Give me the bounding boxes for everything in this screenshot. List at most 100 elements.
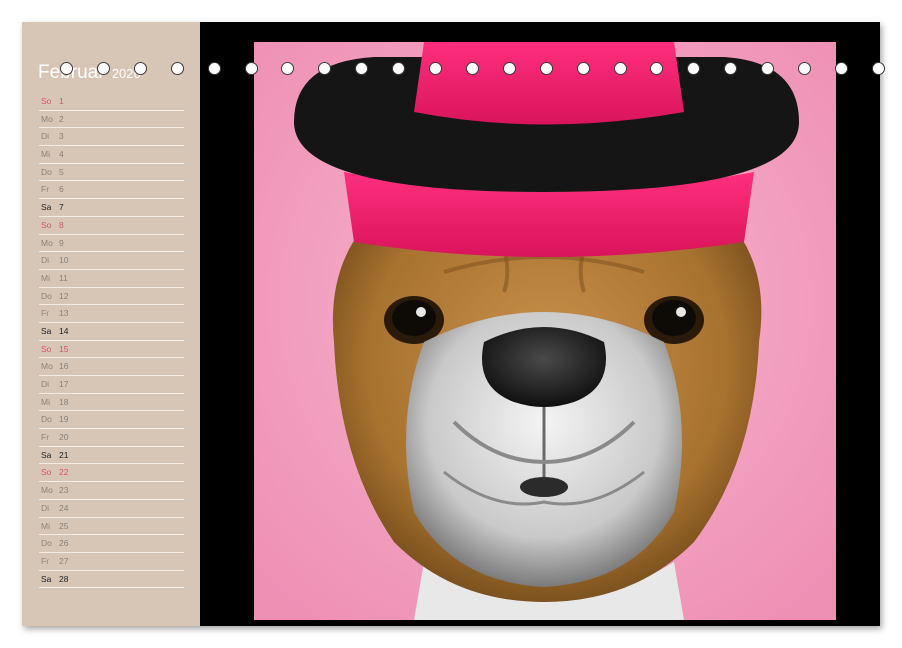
weekday-label: Di	[41, 502, 50, 513]
weekday-label: So	[41, 343, 52, 354]
day-number: 6	[59, 184, 64, 195]
day-number: 24	[59, 502, 69, 513]
day-row: Di 24	[39, 500, 184, 518]
weekday-label: Fr	[41, 184, 50, 195]
binding-ring	[502, 62, 516, 75]
day-row: Mi 25	[39, 518, 184, 536]
day-number: 12	[59, 290, 69, 301]
weekday-label: So	[41, 96, 52, 106]
weekday-label: So	[41, 219, 52, 230]
day-number: 2	[59, 113, 64, 124]
weekday-label: Mo	[41, 485, 53, 496]
binding-ring	[761, 62, 775, 75]
day-row: Fr 13	[39, 305, 184, 323]
day-number: 17	[59, 379, 69, 389]
day-number: 4	[59, 149, 64, 160]
day-number: 22	[59, 467, 69, 478]
calendar-sidebar: Februar 2026 So 1 Mo 2 Di 3 Mi 4 Do 5 Fr 6 Sa 7 So 8 Mo 9…	[22, 22, 200, 626]
day-row: Mo 2	[39, 111, 184, 129]
binding-ring	[170, 62, 184, 75]
day-number: 23	[59, 485, 69, 496]
weekday-label: Sa	[41, 325, 52, 336]
day-row: Fr 20	[39, 429, 184, 447]
day-row: Mi 4	[39, 146, 184, 164]
day-row: So 15	[39, 341, 184, 359]
day-number: 27	[59, 555, 69, 566]
weekday-label: Mo	[41, 237, 53, 248]
dog-nose	[482, 327, 606, 407]
binding-ring	[207, 62, 221, 75]
calendar-page: Februar 2026 So 1 Mo 2 Di 3 Mi 4 Do 5 Fr 6 Sa 7 So 8 Mo 9…	[22, 22, 885, 626]
day-row: So 8	[39, 217, 184, 235]
day-number: 15	[59, 343, 69, 354]
day-row: Do 26	[39, 535, 184, 553]
day-number: 20	[59, 432, 69, 443]
weekday-label: Mi	[41, 149, 50, 160]
day-row: Di 3	[39, 128, 184, 147]
day-row: Fr 27	[39, 553, 184, 571]
day-number: 16	[59, 361, 69, 372]
day-number: 18	[59, 396, 69, 407]
binding-ring	[798, 62, 811, 75]
weekday-label: Mi	[41, 272, 50, 283]
hat-crown	[414, 42, 684, 125]
binding-ring	[871, 62, 885, 75]
weekday-label: Sa	[41, 573, 52, 584]
day-number: 11	[59, 272, 68, 283]
day-number: 25	[59, 520, 69, 531]
day-number: 10	[59, 255, 69, 266]
weekday-label: Sa	[41, 449, 52, 460]
binding-ring	[244, 62, 258, 75]
day-row: Mi 18	[39, 394, 184, 412]
weekday-label: Sa	[41, 202, 52, 213]
binding-ring	[465, 62, 479, 75]
day-row: Mo 16	[39, 358, 184, 376]
weekday-label: Do	[41, 414, 52, 425]
day-number: 21	[59, 449, 69, 460]
weekday-label: Do	[41, 166, 52, 177]
day-number: 7	[59, 202, 64, 213]
binding-ring	[834, 62, 848, 75]
day-number: 14	[59, 325, 69, 336]
binding-ring	[429, 62, 442, 75]
day-row: So 22	[39, 464, 184, 483]
binding-ring	[539, 62, 553, 75]
binding-ring	[613, 62, 627, 75]
photo-frame	[200, 22, 880, 626]
day-list: So 1 Mo 2 Di 3 Mi 4 Do 5 Fr 6 Sa 7 So 8 Mo 9 Di 10 Mi 11 Do 12 F…	[39, 93, 184, 589]
weekday-label: Mo	[41, 113, 53, 124]
bulldog-photo	[254, 42, 836, 620]
day-row: Sa 28	[39, 571, 184, 589]
binding-ring	[576, 62, 590, 75]
binding-ring	[133, 62, 147, 75]
weekday-label: So	[41, 467, 52, 478]
weekday-label: Mi	[41, 396, 50, 407]
bulldog-illustration	[254, 42, 836, 620]
day-row: So 1	[39, 93, 184, 111]
weekday-label: Fr	[41, 432, 50, 443]
day-number: 5	[59, 166, 64, 177]
binding-ring	[96, 62, 110, 75]
day-row: Sa 21	[39, 447, 184, 465]
weekday-label: Fr	[41, 555, 50, 566]
day-row: Di 17	[39, 376, 184, 394]
day-row: Di 10	[39, 252, 184, 270]
day-number: 1	[59, 96, 64, 106]
weekday-label: Di	[41, 255, 50, 266]
day-row: Sa 7	[39, 199, 184, 217]
binding-ring	[392, 62, 406, 75]
weekday-label: Di	[41, 379, 50, 389]
weekday-label: Do	[41, 290, 52, 301]
month-title: Februar 2026	[38, 62, 141, 84]
day-row: Do 12	[39, 288, 184, 306]
day-row: Do 5	[39, 164, 184, 182]
day-row: Mi 11	[39, 270, 184, 288]
weekday-label: Do	[41, 538, 52, 549]
day-row: Fr 6	[39, 181, 184, 200]
day-number: 28	[59, 573, 69, 584]
binding-ring	[60, 62, 73, 75]
weekday-label: Mi	[41, 520, 50, 531]
weekday-label: Mo	[41, 361, 53, 372]
day-row: Do 19	[39, 411, 184, 430]
day-number: 9	[59, 237, 64, 248]
